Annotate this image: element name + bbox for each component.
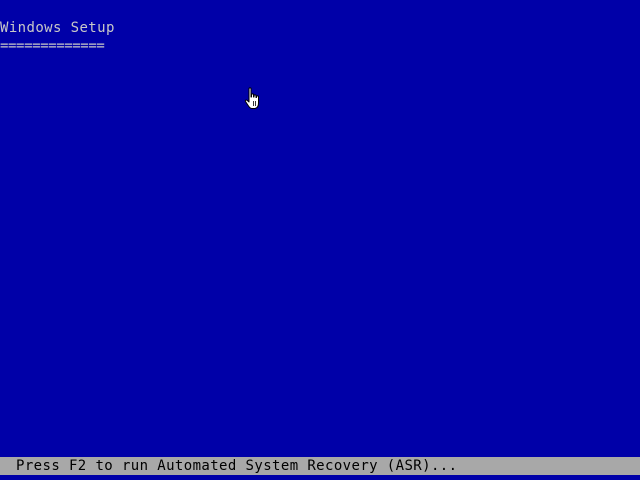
hand-pointer-icon <box>243 87 263 111</box>
setup-screen: Windows Setup ============= Press F2 to … <box>0 0 640 480</box>
title-underline: ============= <box>0 38 105 54</box>
status-bar: Press F2 to run Automated System Recover… <box>0 457 640 475</box>
asr-prompt: Press F2 to run Automated System Recover… <box>16 458 458 474</box>
setup-title: Windows Setup <box>0 20 115 36</box>
